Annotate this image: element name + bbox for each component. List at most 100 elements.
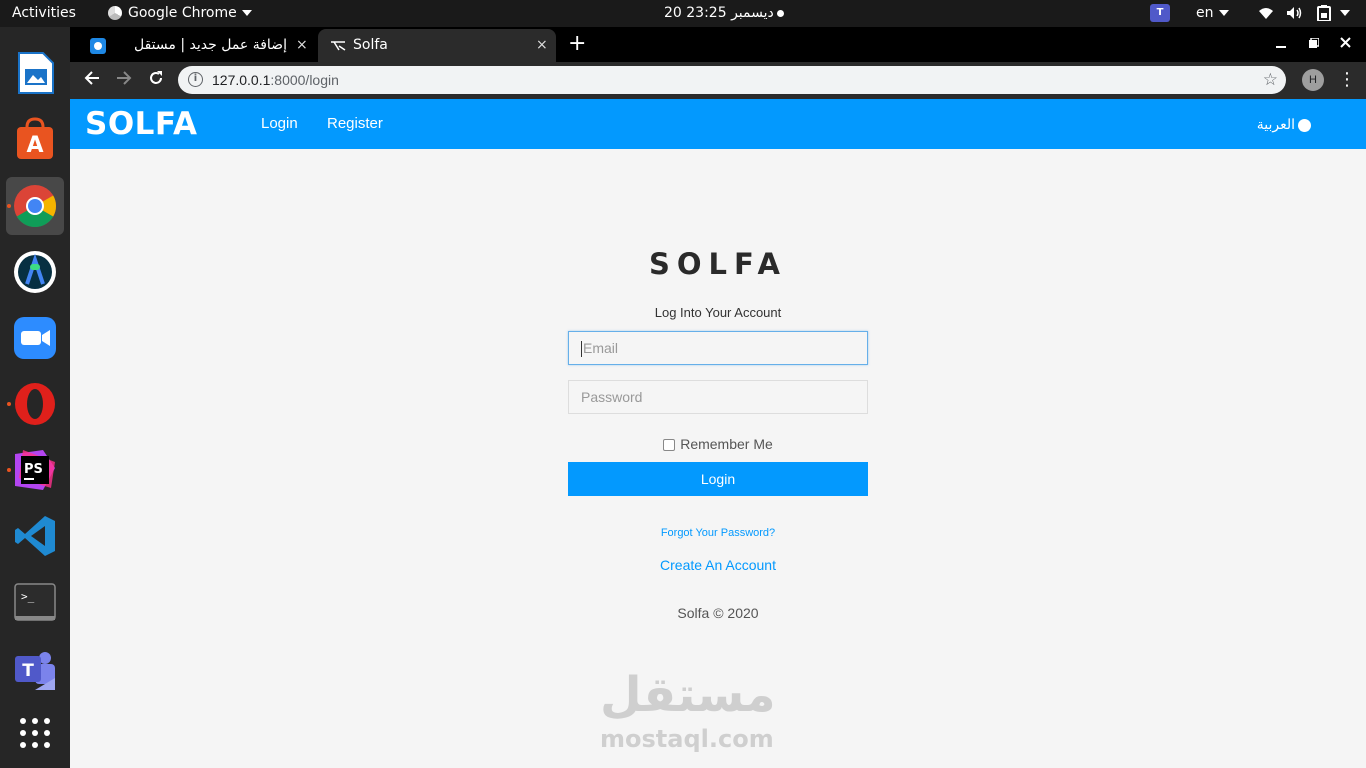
arrow-right-icon: [117, 71, 132, 85]
running-indicator: [7, 468, 11, 472]
tab-solfa[interactable]: Solfa ×: [318, 29, 556, 62]
back-button[interactable]: [79, 68, 105, 94]
web-page: SOLFA Login Register العربية SOLFA Log I…: [70, 99, 1366, 768]
teams-tray-letter: T: [1150, 4, 1170, 22]
opera-icon: [15, 383, 55, 425]
site-brand[interactable]: SOLFA: [85, 99, 198, 149]
browser-window: إضافة عمل جديد | مستقل × Solfa × + i 127…: [70, 27, 1366, 768]
system-status-menu[interactable]: [1258, 0, 1351, 27]
email-field[interactable]: Email: [568, 331, 868, 365]
vscode-icon: [15, 516, 55, 556]
svg-text:T: T: [22, 661, 34, 681]
software-center-icon: A: [17, 117, 53, 159]
svg-text:PS: PS: [24, 462, 43, 477]
info-icon[interactable]: i: [188, 72, 203, 87]
reload-icon: [150, 71, 162, 84]
dock-item-chrome[interactable]: [6, 177, 64, 235]
dock-item-opera[interactable]: [6, 375, 64, 433]
url-path: :8000/login: [270, 72, 339, 88]
bookmark-star-icon[interactable]: ☆: [1263, 66, 1278, 94]
globe-icon: [1298, 118, 1311, 132]
keyboard-layout-label: en: [1196, 5, 1214, 21]
reload-button[interactable]: [143, 68, 169, 94]
tab-title: إضافة عمل جديد | مستقل: [134, 37, 287, 53]
dock-item-software-center[interactable]: A: [6, 110, 64, 168]
teams-tray-icon[interactable]: T: [1150, 0, 1170, 27]
password-field[interactable]: Password: [568, 380, 868, 414]
show-applications-button[interactable]: [6, 704, 64, 762]
watermark-arabic: مستقل: [600, 667, 776, 723]
teams-icon: T: [15, 652, 55, 690]
show-apps-icon: [20, 718, 50, 748]
close-icon[interactable]: ×: [536, 29, 548, 62]
chevron-down-icon: [1340, 10, 1351, 16]
close-icon[interactable]: ×: [296, 29, 308, 62]
new-tab-button[interactable]: +: [568, 27, 586, 62]
forgot-password-link[interactable]: Forgot Your Password?: [70, 527, 1366, 539]
dock-item-phpstorm[interactable]: PS: [6, 441, 64, 499]
remember-me-label[interactable]: Remember Me: [680, 436, 773, 452]
app-menu[interactable]: Google Chrome: [108, 0, 252, 27]
language-label: العربية: [1256, 116, 1295, 132]
dock-item-zoom[interactable]: [6, 309, 64, 367]
tab-mostaql[interactable]: إضافة عمل جديد | مستقل ×: [78, 29, 314, 62]
nav-register-link[interactable]: Register: [327, 99, 383, 149]
address-bar[interactable]: i 127.0.0.1:8000/login ☆: [178, 66, 1286, 94]
chevron-down-icon: [1218, 10, 1229, 16]
terminal-icon: >_: [14, 583, 56, 621]
watermark-latin: mostaql.com: [600, 725, 774, 753]
android-studio-icon: [14, 251, 56, 293]
system-top-bar: Activities Google Chrome 20 ديسمبر 23:25…: [0, 0, 1366, 27]
svg-text:A: A: [26, 133, 43, 158]
nav-login-link[interactable]: Login: [261, 99, 298, 149]
site-navbar: SOLFA Login Register العربية: [70, 99, 1366, 149]
volume-icon: [1287, 7, 1302, 19]
mostaql-favicon-icon: [90, 38, 106, 54]
login-subtitle: Log Into Your Account: [654, 305, 782, 320]
profile-avatar[interactable]: H: [1302, 69, 1324, 91]
tab-strip: إضافة عمل جديد | مستقل × Solfa × +: [70, 27, 1366, 62]
battery-icon: [1316, 5, 1331, 21]
running-indicator: [7, 402, 11, 406]
remember-me-checkbox[interactable]: [663, 439, 676, 452]
notification-dot-icon: [776, 9, 784, 17]
minimize-icon: [1276, 46, 1286, 48]
minimize-button[interactable]: [1276, 27, 1286, 62]
phpstorm-icon: PS: [15, 450, 55, 490]
chrome-menu-icon[interactable]: ⋮: [1338, 68, 1356, 92]
restore-icon: [1309, 37, 1320, 48]
dock-item-terminal[interactable]: >_: [6, 573, 64, 631]
clock-label: 20 ديسمبر 23:25: [664, 5, 774, 21]
mostaql-watermark: مستقل mostaql.com: [570, 667, 790, 757]
restore-button[interactable]: [1309, 27, 1320, 62]
arrow-left-icon: [84, 71, 99, 85]
dock-item-libreoffice-impress[interactable]: [6, 44, 64, 102]
keyboard-layout-menu[interactable]: en: [1196, 0, 1229, 27]
tab-title: Solfa: [353, 37, 388, 53]
password-placeholder: Password: [581, 389, 643, 405]
forward-button[interactable]: [111, 68, 137, 94]
solfa-favicon-icon: [331, 41, 346, 51]
dock-item-android-studio[interactable]: [6, 243, 64, 301]
email-placeholder: Email: [583, 340, 619, 356]
create-account-link[interactable]: Create An Account: [70, 557, 1366, 573]
url-text: 127.0.0.1:8000/login: [212, 66, 339, 94]
remember-me: Remember Me: [70, 436, 1366, 452]
libreoffice-impress-icon: [18, 52, 54, 94]
app-menu-label: Google Chrome: [128, 5, 237, 21]
url-host: 127.0.0.1: [212, 72, 271, 88]
clock[interactable]: 20 ديسمبر 23:25: [664, 0, 784, 27]
dock-item-teams[interactable]: T: [6, 641, 64, 699]
dock: A PS >_ T: [0, 27, 70, 768]
login-button[interactable]: Login: [568, 462, 868, 496]
chevron-down-icon: [241, 10, 252, 16]
wifi-icon: [1259, 8, 1273, 19]
zoom-icon: [14, 317, 56, 359]
chrome-mini-icon: [108, 6, 122, 20]
activities-button[interactable]: Activities: [12, 0, 76, 27]
login-logo: SOLFA: [649, 247, 787, 281]
close-window-button[interactable]: [1340, 27, 1351, 62]
dock-item-vscode[interactable]: [6, 507, 64, 565]
language-switcher[interactable]: العربية: [1257, 99, 1311, 149]
svg-text:>_: >_: [21, 590, 35, 603]
